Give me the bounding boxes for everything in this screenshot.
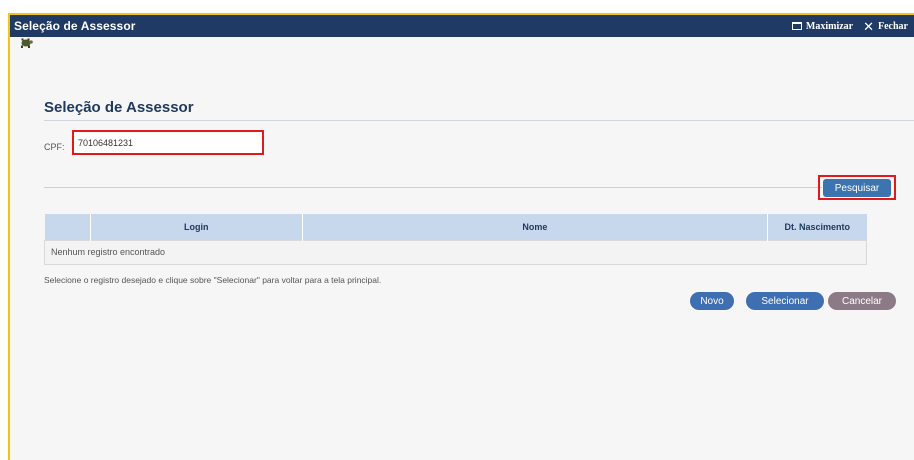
column-header-dt-nascimento[interactable]: Dt. Nascimento bbox=[767, 214, 867, 240]
search-button[interactable]: Pesquisar bbox=[823, 179, 891, 197]
empty-message: Nenhum registro encontrado bbox=[44, 239, 867, 265]
cancel-button[interactable]: Cancelar bbox=[828, 292, 896, 310]
results-table: Login Nome Dt. Nascimento Nenhum registr… bbox=[44, 214, 867, 265]
select-button[interactable]: Selecionar bbox=[746, 292, 824, 310]
maximize-label: Maximizar bbox=[805, 20, 854, 32]
table-header-row: Login Nome Dt. Nascimento bbox=[44, 214, 867, 240]
close-label: Fechar bbox=[878, 20, 908, 32]
search-divider bbox=[44, 187, 822, 188]
window-titlebar: Seleção de Assessor Maximizar ✕ Fechar bbox=[10, 15, 914, 37]
title-divider bbox=[44, 120, 914, 121]
window-title: Seleção de Assessor bbox=[14, 19, 136, 33]
selection-hint: Selecione o registro desejado e clique s… bbox=[44, 275, 382, 285]
maximize-icon bbox=[791, 22, 802, 30]
window-frame: Seleção de Assessor Maximizar ✕ Fechar S… bbox=[8, 13, 914, 460]
table-row: Nenhum registro encontrado bbox=[44, 239, 867, 265]
close-icon: ✕ bbox=[863, 18, 874, 34]
new-button[interactable]: Novo bbox=[690, 292, 734, 310]
cpf-label: CPF: bbox=[44, 142, 65, 152]
close-button[interactable]: ✕ Fechar bbox=[863, 20, 908, 33]
window-actions: Maximizar ✕ Fechar bbox=[791, 20, 908, 33]
column-header-select bbox=[44, 214, 91, 240]
page-title: Seleção de Assessor bbox=[44, 99, 194, 116]
column-header-login[interactable]: Login bbox=[90, 214, 303, 240]
column-header-nome[interactable]: Nome bbox=[302, 214, 769, 240]
cpf-input[interactable] bbox=[72, 130, 264, 155]
maximize-button[interactable]: Maximizar bbox=[791, 20, 854, 32]
turtle-icon bbox=[21, 38, 33, 48]
